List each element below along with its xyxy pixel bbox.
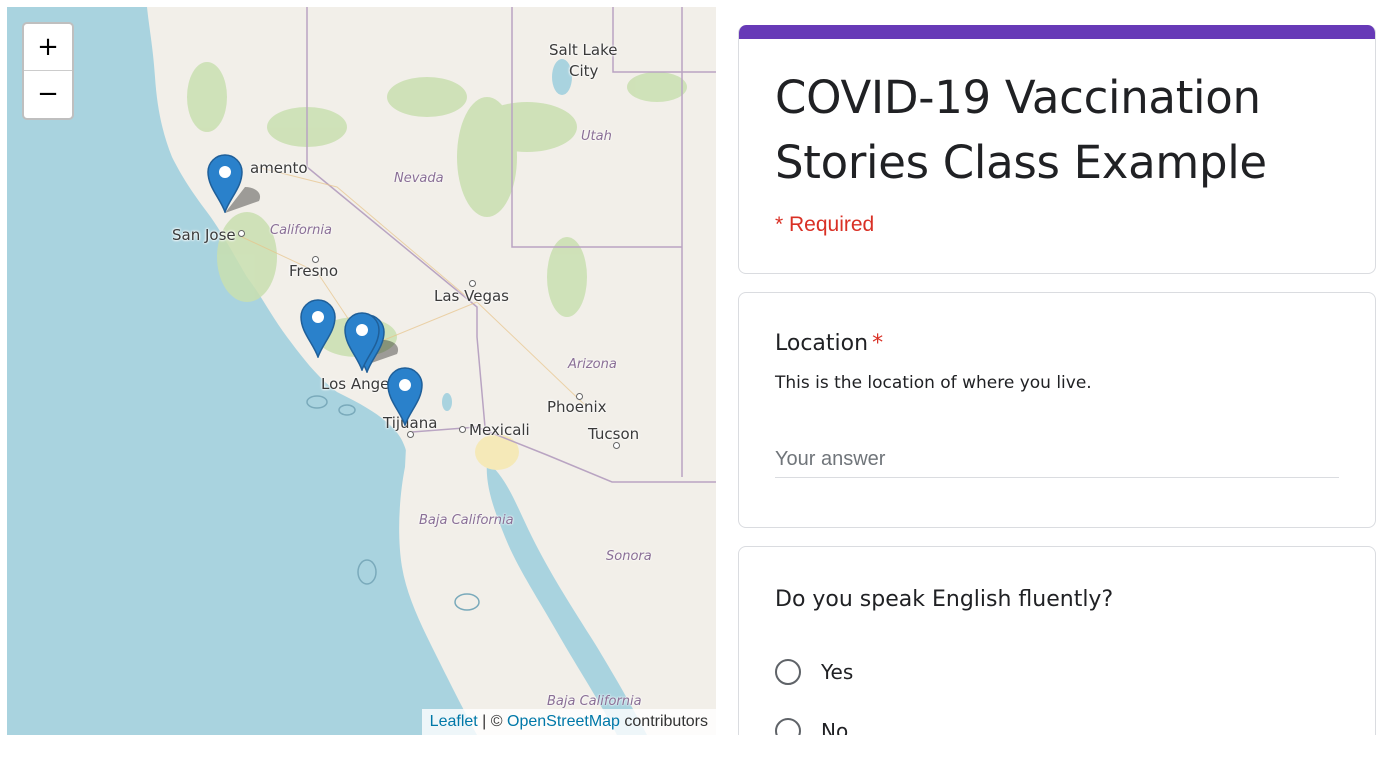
place-label: City (569, 62, 599, 80)
zoom-in-button[interactable]: + (24, 24, 72, 71)
city-dot (469, 280, 476, 287)
region-label: Arizona (568, 357, 617, 372)
zoom-out-button[interactable]: − (24, 71, 72, 117)
map-marker-icon[interactable] (386, 366, 424, 426)
place-label: Los Ange (321, 375, 390, 393)
map-marker-icon[interactable] (206, 153, 244, 213)
attribution-separator: | © (477, 713, 507, 730)
form-header-card: COVID-19 Vaccination Stories Class Examp… (738, 25, 1376, 274)
city-dot (407, 431, 414, 438)
radio-option-yes[interactable]: Yes (775, 659, 853, 685)
zoom-control: + − (22, 22, 74, 120)
city-dot (613, 442, 620, 449)
city-dot (312, 256, 319, 263)
city-dot (459, 426, 466, 433)
place-label: amento (250, 159, 308, 177)
option-label: Yes (821, 660, 854, 684)
region-label: Nevada (394, 171, 444, 186)
radio-button[interactable] (775, 659, 801, 685)
city-dot (576, 393, 583, 400)
region-label: California (270, 223, 332, 238)
place-label: Fresno (289, 262, 339, 280)
attribution-suffix: contributors (619, 713, 708, 730)
openstreetmap-link[interactable]: OpenStreetMap (507, 713, 620, 730)
question-title: Location * (775, 331, 883, 356)
map-attribution: Leaflet | © OpenStreetMap contributors (421, 709, 716, 735)
place-label: Phoenix (547, 398, 607, 416)
place-label: Salt Lake (549, 41, 618, 59)
region-label: Baja California (419, 513, 514, 528)
place-label: San Jose (172, 226, 236, 244)
form-title: COVID-19 Vaccination Stories Class Examp… (775, 71, 1267, 189)
question-description: This is the location of where you live. (775, 373, 1092, 393)
required-asterisk: * (872, 331, 884, 356)
map-view[interactable]: Salt Lake City Utah Nevada amento San Jo… (7, 7, 716, 735)
question-card-location: Location * This is the location of where … (738, 292, 1376, 528)
desert (475, 434, 519, 470)
place-label: Mexicali (469, 421, 530, 439)
location-answer-input[interactable] (775, 441, 1339, 478)
salton-sea (442, 393, 452, 411)
place-label: Tucson (588, 425, 640, 443)
question-title-text: Location (775, 331, 869, 356)
city-dot (238, 230, 245, 237)
place-label: Las Vegas (434, 287, 509, 305)
required-note: * Required (775, 213, 875, 236)
viewport-bottom-edge (716, 735, 1398, 777)
region-label: Sonora (606, 549, 652, 564)
region-label: Utah (581, 129, 612, 144)
question-title: Do you speak English fluently? (775, 587, 1114, 612)
region-label: Baja California (547, 694, 642, 709)
leaflet-link[interactable]: Leaflet (430, 713, 478, 730)
form-accent-bar (739, 25, 1375, 39)
map-marker-icon[interactable] (299, 298, 337, 358)
form-panel: COVID-19 Vaccination Stories Class Examp… (738, 25, 1376, 776)
map-marker-icon[interactable] (343, 311, 381, 371)
